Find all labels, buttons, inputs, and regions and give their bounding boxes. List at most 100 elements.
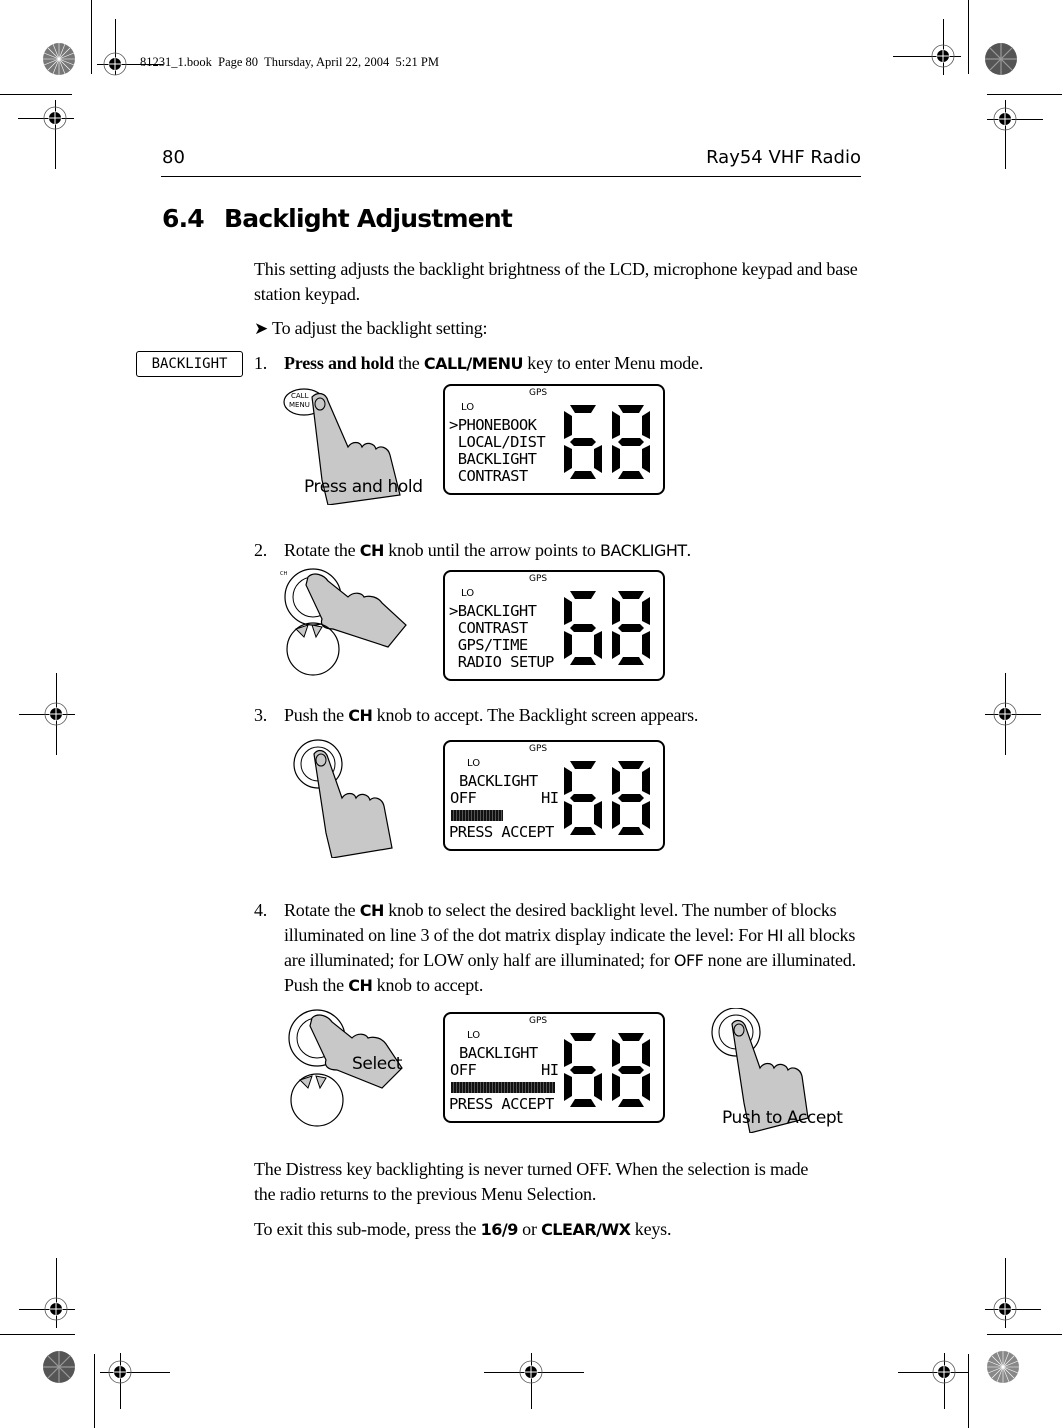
seven-segment-channel: [562, 589, 658, 672]
exit-text: To exit this sub-mode, press the: [254, 1219, 481, 1239]
lcd-line: BACKLIGHT: [449, 450, 537, 468]
lcd-off-label: OFF: [450, 789, 477, 807]
step-text: Push the: [284, 705, 349, 725]
page-number: 80: [162, 147, 185, 168]
lcd-display-backlight-level: GPS LO BACKLIGHT OFF HI PRESS ACCEPT: [443, 740, 665, 851]
registration-star-icon: [984, 42, 1018, 76]
crop-line: [987, 1334, 1062, 1335]
step-text: knob to accept.: [372, 975, 484, 995]
caption-press-and-hold: Press and hold: [304, 477, 423, 497]
registration-mark-icon: [993, 107, 1017, 131]
side-tag-backlight: BACKLIGHT: [136, 351, 243, 377]
crop-line: [968, 0, 969, 74]
lcd-title: BACKLIGHT: [459, 772, 538, 790]
registration-star-icon: [986, 1350, 1020, 1384]
gps-indicator: GPS: [529, 744, 548, 754]
seven-segment-channel: [562, 1031, 658, 1114]
step-text: the: [393, 353, 424, 373]
exit-text: or: [517, 1219, 542, 1239]
step-number: 2.: [254, 540, 268, 560]
registration-star-icon: [42, 42, 76, 76]
lcd-display-menu-backlight: GPS LO >BACKLIGHT CONTRAST GPS/TIME RADI…: [443, 570, 665, 681]
procedure-lead-text: To adjust the backlight setting:: [272, 318, 488, 338]
seven-segment-channel: [562, 403, 658, 486]
lcd-line: >PHONEBOOK: [449, 416, 537, 434]
key-name: CH: [359, 541, 385, 560]
lcd-hi-label: HI: [541, 789, 559, 807]
lcd-title: BACKLIGHT: [459, 1044, 538, 1062]
lcd-footer: PRESS ACCEPT: [449, 1095, 554, 1113]
crop-line: [94, 1354, 95, 1428]
backlight-level-bar: [451, 810, 503, 821]
step-text: .: [686, 540, 692, 560]
level-name: HI: [767, 926, 784, 945]
key-name: CLEAR/WX: [541, 1220, 631, 1239]
exit-text: keys.: [630, 1219, 672, 1239]
distress-note: The Distress key backlighting is never t…: [254, 1159, 809, 1204]
key-name: CALL/MENU: [423, 354, 524, 373]
crop-line: [0, 94, 72, 95]
backlight-level-bar: [451, 1082, 555, 1093]
lcd-line: >BACKLIGHT: [449, 602, 537, 620]
seven-segment-digit: [564, 761, 602, 835]
step-1: 1. Press and hold the CALL/MENU key to en…: [254, 351, 864, 376]
registration-mark-icon: [519, 1360, 543, 1384]
key-name: 16/9: [480, 1220, 519, 1239]
print-slug: 81231_1.book Page 80 Thursday, April 22,…: [140, 55, 439, 69]
gps-indicator: GPS: [529, 388, 548, 398]
svg-text:CH: CH: [280, 571, 287, 577]
level-name: OFF: [673, 951, 704, 970]
section-number: 6.4: [162, 204, 205, 233]
hand-rotating-knob-icon: CH: [280, 568, 407, 676]
step-text: knob until the arrow points to: [383, 540, 600, 560]
caption-select: Select: [352, 1054, 403, 1074]
crop-line: [91, 0, 92, 74]
lo-indicator: LO: [467, 758, 481, 769]
header-rule: [161, 176, 861, 177]
gps-indicator: GPS: [529, 1016, 548, 1026]
lcd-line: CONTRAST: [449, 619, 528, 637]
lcd-line: GPS/TIME: [449, 636, 528, 654]
registration-star-icon: [42, 1350, 76, 1384]
seven-segment-digit: [564, 591, 602, 665]
seven-segment-channel: [562, 759, 658, 842]
lcd-line: CONTRAST: [449, 467, 528, 485]
arrow-bullet-icon: ➤: [254, 319, 269, 339]
seven-segment-digit: [612, 591, 650, 665]
lcd-hi-label: HI: [541, 1061, 559, 1079]
menu-key-label: MENU: [289, 401, 310, 409]
figure-3-push-knob: [282, 738, 417, 859]
registration-mark-icon: [993, 702, 1017, 726]
running-title: Ray54 VHF Radio: [706, 147, 861, 168]
registration-mark-icon: [108, 1360, 132, 1384]
step-text: knob to accept. The Backlight screen app…: [372, 705, 699, 725]
lo-indicator: LO: [461, 402, 475, 413]
call-key-label: CALL: [291, 392, 309, 400]
step-2: 2. Rotate the CH knob until the arrow poi…: [254, 538, 864, 563]
intro-paragraph: This setting adjusts the backlight brigh…: [254, 259, 858, 304]
menu-item-name: BACKLIGHT: [600, 541, 687, 560]
lcd-display-menu: GPS LO >PHONEBOOK LOCAL/DIST BACKLIGHT C…: [443, 384, 665, 495]
step-number: 1.: [254, 353, 268, 373]
section-heading: 6.4 Backlight Adjustment: [162, 204, 513, 233]
registration-mark-icon: [993, 1297, 1017, 1321]
figure-2-rotate-knob: CH: [278, 567, 413, 682]
lo-indicator: LO: [467, 1030, 481, 1041]
step-4: 4. Rotate the CH knob to select the desir…: [254, 898, 864, 998]
gps-indicator: GPS: [529, 574, 548, 584]
key-name: CH: [348, 706, 373, 725]
step-number: 4.: [254, 900, 268, 920]
section-title: Backlight Adjustment: [224, 204, 513, 233]
registration-mark-icon: [932, 1360, 956, 1384]
step-number: 3.: [254, 705, 268, 725]
caption-push-to-accept: Push to Accept: [722, 1108, 843, 1128]
emphasis: Press and hold: [284, 353, 394, 373]
registration-mark-icon: [44, 1297, 68, 1321]
registration-mark-icon: [931, 44, 955, 68]
registration-mark-icon: [103, 52, 127, 76]
lcd-off-label: OFF: [450, 1061, 477, 1079]
step-3: 3. Push the CH knob to accept. The Backli…: [254, 703, 864, 728]
registration-mark-icon: [44, 702, 68, 726]
lcd-display-backlight-full: GPS LO BACKLIGHT OFF HI PRESS ACCEPT: [443, 1012, 665, 1123]
lcd-line: LOCAL/DIST: [449, 433, 546, 451]
